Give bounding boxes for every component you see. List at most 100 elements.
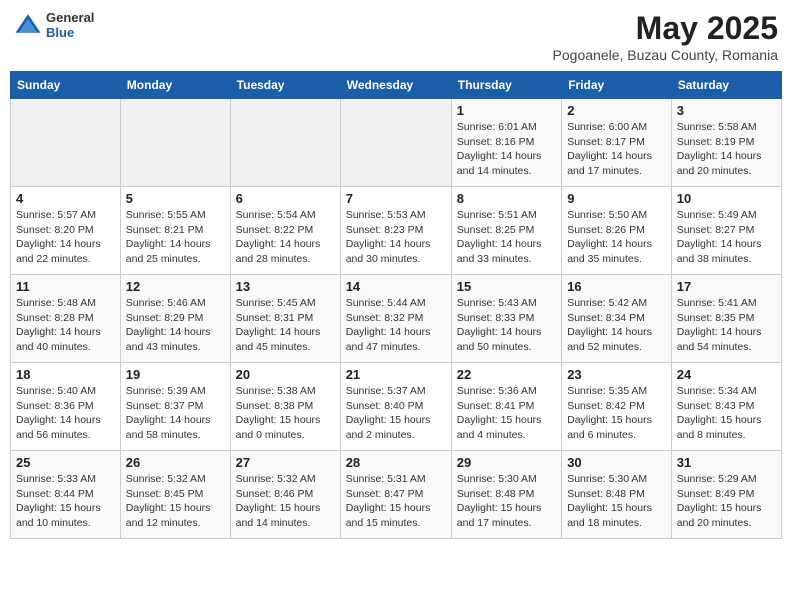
- day-number: 16: [567, 279, 666, 294]
- day-content: Sunrise: 5:34 AM Sunset: 8:43 PM Dayligh…: [677, 384, 776, 443]
- day-content: Sunrise: 5:31 AM Sunset: 8:47 PM Dayligh…: [346, 472, 446, 531]
- day-content: Sunrise: 5:57 AM Sunset: 8:20 PM Dayligh…: [16, 208, 115, 267]
- calendar-cell: 11 Sunrise: 5:48 AM Sunset: 8:28 PM Dayli…: [11, 275, 121, 363]
- calendar-cell: 24Sunrise: 5:34 AM Sunset: 8:43 PM Dayli…: [671, 363, 781, 451]
- day-content: Sunrise: 5:36 AM Sunset: 8:41 PM Dayligh…: [457, 384, 556, 443]
- calendar-cell: 27Sunrise: 5:32 AM Sunset: 8:46 PM Dayli…: [230, 451, 340, 539]
- week-row-5: 25Sunrise: 5:33 AM Sunset: 8:44 PM Dayli…: [11, 451, 782, 539]
- calendar-cell: 29Sunrise: 5:30 AM Sunset: 8:48 PM Dayli…: [451, 451, 561, 539]
- day-content: Sunrise: 5:50 AM Sunset: 8:26 PM Dayligh…: [567, 208, 666, 267]
- calendar-cell: [230, 99, 340, 187]
- calendar-cell: 18 Sunrise: 5:40 AM Sunset: 8:36 PM Dayli…: [11, 363, 121, 451]
- logo-text: General Blue: [46, 10, 94, 40]
- calendar-cell: 2 Sunrise: 6:00 AM Sunset: 8:17 PM Daylig…: [562, 99, 672, 187]
- calendar-cell: 17 Sunrise: 5:41 AM Sunset: 8:35 PM Dayli…: [671, 275, 781, 363]
- weekday-header-monday: Monday: [120, 72, 230, 99]
- calendar-cell: 13 Sunrise: 5:45 AM Sunset: 8:31 PM Dayli…: [230, 275, 340, 363]
- day-number: 1: [457, 103, 556, 118]
- day-number: 4: [16, 191, 115, 206]
- calendar-cell: [120, 99, 230, 187]
- calendar-cell: 22 Sunrise: 5:36 AM Sunset: 8:41 PM Dayli…: [451, 363, 561, 451]
- day-content: Sunrise: 5:46 AM Sunset: 8:29 PM Dayligh…: [126, 296, 225, 355]
- day-number: 28: [346, 455, 446, 470]
- page-header: General Blue May 2025 Pogoanele, Buzau C…: [10, 10, 782, 63]
- day-content: Sunrise: 5:48 AM Sunset: 8:28 PM Dayligh…: [16, 296, 115, 355]
- day-content: Sunrise: 5:53 AM Sunset: 8:23 PM Dayligh…: [346, 208, 446, 267]
- day-number: 2: [567, 103, 666, 118]
- day-content: Sunrise: 5:41 AM Sunset: 8:35 PM Dayligh…: [677, 296, 776, 355]
- day-content: Sunrise: 5:44 AM Sunset: 8:32 PM Dayligh…: [346, 296, 446, 355]
- logo-icon: [14, 11, 42, 39]
- weekday-header-friday: Friday: [562, 72, 672, 99]
- day-number: 26: [126, 455, 225, 470]
- weekday-header-sunday: Sunday: [11, 72, 121, 99]
- calendar-cell: 1 Sunrise: 6:01 AM Sunset: 8:16 PM Daylig…: [451, 99, 561, 187]
- week-row-1: 1 Sunrise: 6:01 AM Sunset: 8:16 PM Daylig…: [11, 99, 782, 187]
- calendar-cell: 23 Sunrise: 5:35 AM Sunset: 8:42 PM Dayli…: [562, 363, 672, 451]
- day-number: 6: [236, 191, 335, 206]
- day-content: Sunrise: 5:40 AM Sunset: 8:36 PM Dayligh…: [16, 384, 115, 443]
- day-number: 29: [457, 455, 556, 470]
- day-content: Sunrise: 5:38 AM Sunset: 8:38 PM Dayligh…: [236, 384, 335, 443]
- day-number: 21: [346, 367, 446, 382]
- title-block: May 2025 Pogoanele, Buzau County, Romani…: [553, 10, 778, 63]
- logo-blue: Blue: [46, 25, 94, 40]
- day-number: 18: [16, 367, 115, 382]
- day-content: Sunrise: 6:00 AM Sunset: 8:17 PM Dayligh…: [567, 120, 666, 179]
- calendar-cell: 4 Sunrise: 5:57 AM Sunset: 8:20 PM Daylig…: [11, 187, 121, 275]
- logo-general: General: [46, 10, 94, 25]
- day-number: 17: [677, 279, 776, 294]
- calendar-cell: 16 Sunrise: 5:42 AM Sunset: 8:34 PM Dayli…: [562, 275, 672, 363]
- day-number: 22: [457, 367, 556, 382]
- day-content: Sunrise: 5:49 AM Sunset: 8:27 PM Dayligh…: [677, 208, 776, 267]
- day-number: 20: [236, 367, 335, 382]
- day-content: Sunrise: 5:29 AM Sunset: 8:49 PM Dayligh…: [677, 472, 776, 531]
- weekday-header-saturday: Saturday: [671, 72, 781, 99]
- calendar-cell: 8Sunrise: 5:51 AM Sunset: 8:25 PM Daylig…: [451, 187, 561, 275]
- weekday-header-wednesday: Wednesday: [340, 72, 451, 99]
- week-row-3: 11 Sunrise: 5:48 AM Sunset: 8:28 PM Dayli…: [11, 275, 782, 363]
- calendar-cell: 5Sunrise: 5:55 AM Sunset: 8:21 PM Daylig…: [120, 187, 230, 275]
- day-content: Sunrise: 5:39 AM Sunset: 8:37 PM Dayligh…: [126, 384, 225, 443]
- day-content: Sunrise: 5:45 AM Sunset: 8:31 PM Dayligh…: [236, 296, 335, 355]
- week-row-2: 4 Sunrise: 5:57 AM Sunset: 8:20 PM Daylig…: [11, 187, 782, 275]
- day-number: 11: [16, 279, 115, 294]
- day-content: Sunrise: 5:42 AM Sunset: 8:34 PM Dayligh…: [567, 296, 666, 355]
- calendar-cell: 15Sunrise: 5:43 AM Sunset: 8:33 PM Dayli…: [451, 275, 561, 363]
- calendar-cell: 19 Sunrise: 5:39 AM Sunset: 8:37 PM Dayli…: [120, 363, 230, 451]
- location-subtitle: Pogoanele, Buzau County, Romania: [553, 47, 778, 63]
- day-content: Sunrise: 5:32 AM Sunset: 8:46 PM Dayligh…: [236, 472, 335, 531]
- calendar-table: SundayMondayTuesdayWednesdayThursdayFrid…: [10, 71, 782, 539]
- day-content: Sunrise: 5:37 AM Sunset: 8:40 PM Dayligh…: [346, 384, 446, 443]
- calendar-cell: 10Sunrise: 5:49 AM Sunset: 8:27 PM Dayli…: [671, 187, 781, 275]
- day-number: 19: [126, 367, 225, 382]
- calendar-cell: 7 Sunrise: 5:53 AM Sunset: 8:23 PM Daylig…: [340, 187, 451, 275]
- calendar-cell: 28 Sunrise: 5:31 AM Sunset: 8:47 PM Dayli…: [340, 451, 451, 539]
- calendar-cell: 20 Sunrise: 5:38 AM Sunset: 8:38 PM Dayli…: [230, 363, 340, 451]
- day-content: Sunrise: 6:01 AM Sunset: 8:16 PM Dayligh…: [457, 120, 556, 179]
- logo: General Blue: [14, 10, 94, 40]
- calendar-cell: 26Sunrise: 5:32 AM Sunset: 8:45 PM Dayli…: [120, 451, 230, 539]
- day-number: 31: [677, 455, 776, 470]
- day-content: Sunrise: 5:35 AM Sunset: 8:42 PM Dayligh…: [567, 384, 666, 443]
- day-content: Sunrise: 5:33 AM Sunset: 8:44 PM Dayligh…: [16, 472, 115, 531]
- day-number: 23: [567, 367, 666, 382]
- weekday-header-tuesday: Tuesday: [230, 72, 340, 99]
- day-number: 3: [677, 103, 776, 118]
- day-number: 7: [346, 191, 446, 206]
- calendar-cell: 14Sunrise: 5:44 AM Sunset: 8:32 PM Dayli…: [340, 275, 451, 363]
- weekday-header-thursday: Thursday: [451, 72, 561, 99]
- day-content: Sunrise: 5:30 AM Sunset: 8:48 PM Dayligh…: [567, 472, 666, 531]
- calendar-cell: 31 Sunrise: 5:29 AM Sunset: 8:49 PM Dayli…: [671, 451, 781, 539]
- day-number: 12: [126, 279, 225, 294]
- calendar-cell: 9Sunrise: 5:50 AM Sunset: 8:26 PM Daylig…: [562, 187, 672, 275]
- calendar-cell: 25Sunrise: 5:33 AM Sunset: 8:44 PM Dayli…: [11, 451, 121, 539]
- day-number: 8: [457, 191, 556, 206]
- day-number: 5: [126, 191, 225, 206]
- day-number: 13: [236, 279, 335, 294]
- day-number: 30: [567, 455, 666, 470]
- calendar-cell: 21 Sunrise: 5:37 AM Sunset: 8:40 PM Dayli…: [340, 363, 451, 451]
- calendar-cell: [340, 99, 451, 187]
- day-number: 15: [457, 279, 556, 294]
- calendar-cell: 12 Sunrise: 5:46 AM Sunset: 8:29 PM Dayli…: [120, 275, 230, 363]
